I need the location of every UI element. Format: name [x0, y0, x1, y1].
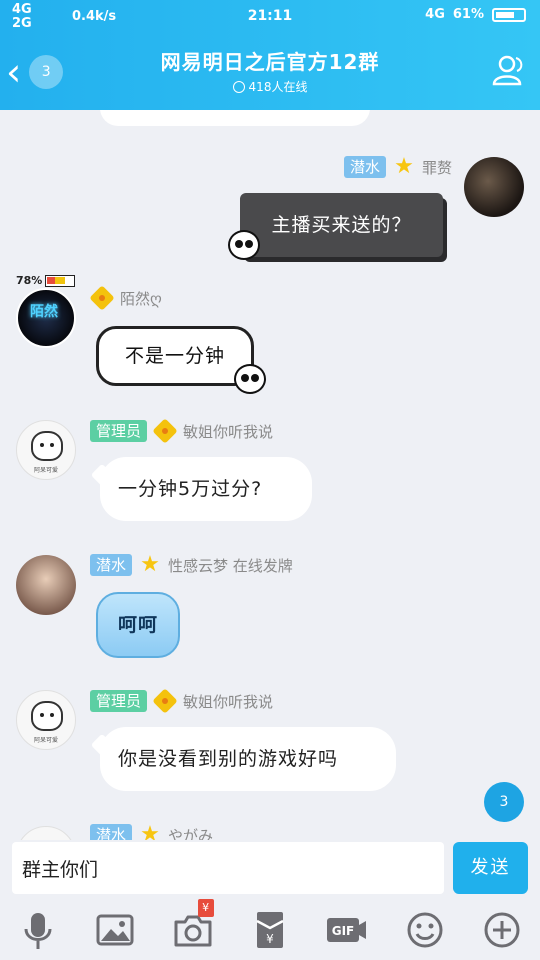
message-text: 主播买来送的？ [271, 214, 412, 236]
sender-name[interactable]: 敏姐你听我说 [183, 691, 273, 712]
composer: 发送 [0, 840, 540, 900]
red-packet-icon: ¥ [256, 912, 284, 948]
svg-text:¥: ¥ [266, 932, 274, 946]
svg-text:GIF: GIF [332, 924, 355, 938]
message-input[interactable] [12, 842, 444, 894]
more-button[interactable] [479, 907, 525, 953]
microphone-icon [24, 913, 52, 949]
star-icon: ★ [394, 154, 414, 179]
voice-button[interactable] [15, 907, 61, 953]
admin-tag: 管理员 [90, 420, 148, 442]
online-count: 418人在线 [0, 78, 540, 95]
input-toolbar: ¥ ¥ GIF [0, 899, 540, 960]
sender-meta: 管理员 敏姐你听我说 [90, 690, 273, 712]
badge-icon [90, 286, 114, 310]
sender-name[interactable]: やがみ [168, 825, 213, 841]
star-icon: ★ [140, 552, 160, 577]
group-title[interactable]: 网易明日之后官方12群 [0, 46, 540, 75]
message-bubble[interactable]: 呵呵 [96, 592, 180, 658]
avatar[interactable] [464, 157, 524, 217]
plus-icon [484, 912, 520, 948]
avatar-text: 陌然 [30, 304, 58, 320]
paid-badge: ¥ [197, 899, 214, 917]
badge-icon [153, 419, 177, 443]
gif-icon: GIF [327, 918, 367, 942]
sender-name[interactable]: 性感云梦 在线发牌 [168, 555, 293, 576]
cat-face-icon [31, 701, 63, 731]
sender-name[interactable]: 陌然ღ [120, 288, 162, 309]
message-bubble[interactable]: 不是一分钟 [96, 326, 254, 386]
battery-overlay: 78% [16, 274, 76, 287]
star-icon: ★ [140, 822, 160, 841]
avatar[interactable]: 阿呆可爱 [16, 420, 76, 480]
emoji-button[interactable] [402, 907, 448, 953]
sender-name[interactable]: 罪赘 [422, 157, 452, 178]
image-button[interactable] [92, 907, 138, 953]
message-bubble[interactable]: 主播买来送的？ [240, 193, 443, 257]
members-button[interactable] [490, 52, 526, 88]
cat-face-icon [31, 431, 63, 461]
panda-sticker-icon [228, 230, 260, 260]
online-icon [232, 81, 245, 93]
image-icon [96, 914, 134, 946]
members-icon [492, 55, 523, 86]
sender-meta: 陌然ღ [90, 287, 162, 309]
badge-icon [153, 689, 177, 713]
status-right: 4G 61% [425, 7, 526, 22]
message-text: 不是一分钟 [124, 345, 225, 367]
emoji-icon [407, 912, 443, 948]
sender-meta: 潜水 ★ 性感云梦 在线发牌 [90, 554, 293, 576]
avatar[interactable] [16, 826, 76, 840]
battery-icon [45, 274, 76, 287]
avatar[interactable]: 陌然 [16, 288, 76, 348]
network-type: 4G [425, 7, 445, 22]
chat-area[interactable]: 潜水 ★ 罪赘 主播买来送的？ 78% 陌然 陌然ღ 不是一分钟 阿呆可爱 管理… [0, 110, 540, 840]
message-bubble[interactable]: 你是没看到别的游戏好吗 [100, 727, 396, 791]
red-packet-button[interactable]: ¥ [247, 907, 293, 953]
camera-button[interactable]: ¥ [170, 899, 216, 953]
sender-name[interactable]: 敏姐你听我说 [183, 421, 273, 442]
message-bubble[interactable]: 一分钟5万过分? [100, 457, 312, 521]
admin-tag: 管理员 [90, 690, 148, 712]
gif-button[interactable]: GIF [324, 907, 370, 953]
new-messages-badge[interactable]: 3 [484, 782, 524, 822]
battery-percent: 61% [452, 7, 484, 22]
chat-header: ‹ 3 网易明日之后官方12群 418人在线 [0, 34, 540, 110]
member-tag: 潜水 [90, 554, 133, 576]
previous-message-bubble[interactable] [100, 110, 370, 126]
sender-meta: 管理员 敏姐你听我说 [90, 420, 273, 442]
sender-meta: 潜水 ★ 罪赘 [343, 154, 452, 179]
avatar[interactable] [16, 555, 76, 615]
sender-meta: 潜水 ★ やがみ [90, 824, 213, 840]
message-text: 一分钟5万过分? [118, 478, 263, 500]
battery-icon [492, 7, 526, 22]
panda-sticker-icon [234, 364, 266, 394]
status-bar: 4G 2G 0.4k/s 21:11 4G 61% [0, 0, 540, 34]
message-text: 呵呵 [117, 614, 158, 636]
member-tag: 潜水 [343, 156, 386, 178]
avatar[interactable]: 阿呆可爱 [16, 690, 76, 750]
message-text: 你是没看到别的游戏好吗 [118, 748, 339, 770]
member-tag: 潜水 [90, 824, 133, 840]
send-button[interactable]: 发送 [453, 842, 528, 894]
